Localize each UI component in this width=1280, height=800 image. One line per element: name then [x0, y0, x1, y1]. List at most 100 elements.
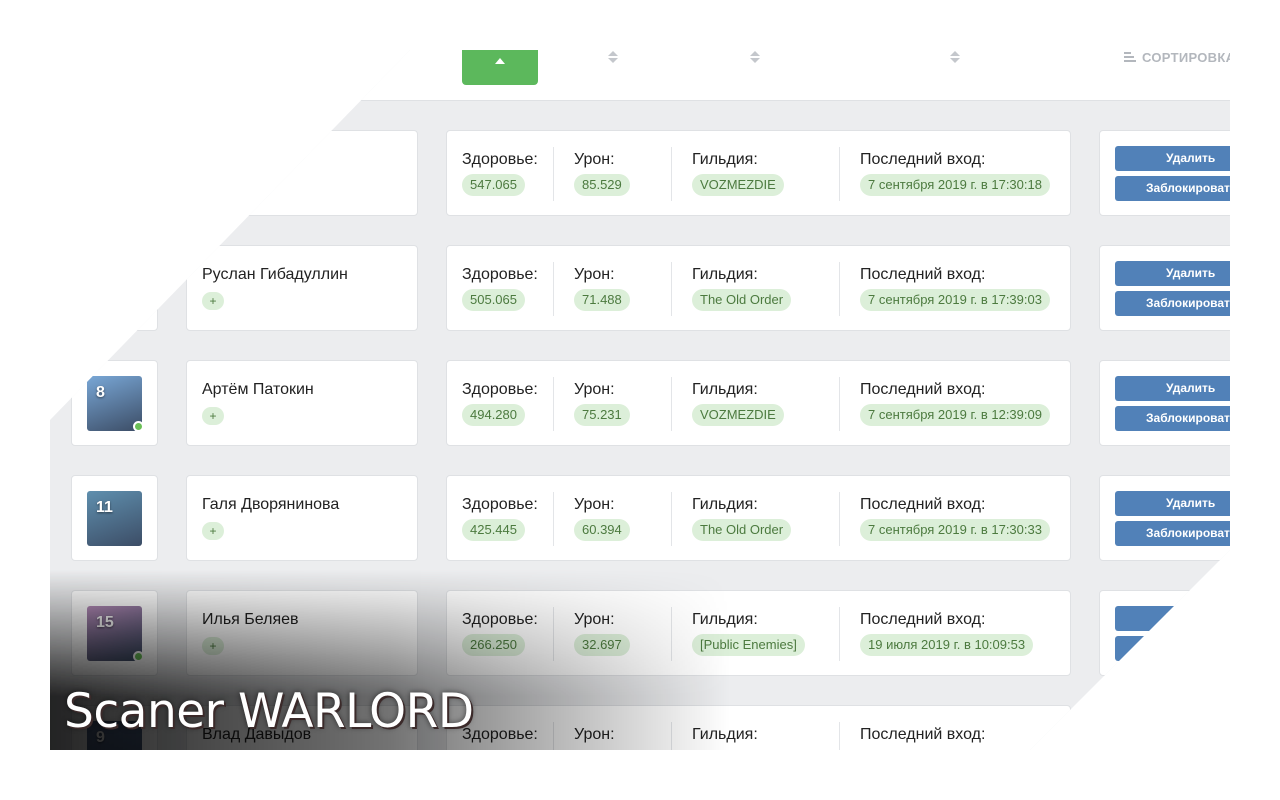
avatar-card: [71, 245, 158, 331]
last-login-label: Последний вход:: [860, 266, 986, 283]
screenshot-frame: СОРТИРОВКА нов + Здоровье: 547.065 Урон:…: [50, 50, 1230, 750]
damage-value: 60.394: [574, 519, 630, 541]
last-login-label: Последний вход:: [860, 496, 986, 513]
divider: [839, 722, 840, 750]
player-name[interactable]: Руслан Гибадуллин: [202, 266, 348, 284]
sort-guild-icon[interactable]: [950, 51, 960, 65]
sort-menu-button[interactable]: СОРТИРОВКА: [1124, 50, 1230, 65]
guild-value[interactable]: The Old Order: [692, 289, 792, 311]
delete-button[interactable]: Удалить: [1115, 146, 1230, 171]
health-label: Здоровье:: [462, 151, 538, 168]
stats-card: Здоровье: 547.065 Урон: 85.529 Гильдия: …: [446, 130, 1071, 216]
last-login-value: 7 сентября 2019 г. в 17:30:33: [860, 519, 1050, 541]
divider: [839, 262, 840, 316]
damage-value: 71.488: [574, 289, 630, 311]
guild-value[interactable]: VOZMEZDIE: [692, 404, 784, 426]
actions-card: Удалить Заблокировать: [1099, 245, 1230, 331]
last-login-label: Последний вход:: [860, 151, 986, 168]
actions-card: Удалить Заблокировать: [1099, 130, 1230, 216]
last-login-value: 7 сентября 2019 г. в 17:30:18: [860, 174, 1050, 196]
divider: [553, 262, 554, 316]
sort-health-icon[interactable]: [608, 51, 618, 65]
guild-label: Гильдия:: [692, 381, 758, 398]
guild-value[interactable]: VOZMEZDIE: [692, 174, 784, 196]
divider: [553, 492, 554, 546]
name-card: Галя Дворянинова +: [186, 475, 418, 561]
divider: [671, 492, 672, 546]
actions-card: Удалить Заблокировать: [1099, 360, 1230, 446]
health-value: 494.280: [462, 404, 525, 426]
app-title: Scaner WARLORD: [64, 684, 474, 739]
divider: [671, 147, 672, 201]
player-rank: 11: [96, 499, 113, 516]
damage-value: 75.231: [574, 404, 630, 426]
stats-card: Здоровье: 505.065 Урон: 71.488 Гильдия: …: [446, 245, 1071, 331]
player-name[interactable]: Артём Патокин: [202, 381, 314, 399]
add-friend-button[interactable]: +: [202, 407, 224, 425]
add-friend-button[interactable]: +: [202, 522, 224, 540]
actions-card: Удалить Заблокировать: [1099, 590, 1230, 676]
stats-card: Здоровье: 494.280 Урон: 75.231 Гильдия: …: [446, 360, 1071, 446]
last-login-label: Последний вход:: [860, 611, 986, 628]
divider: [839, 147, 840, 201]
divider: [671, 377, 672, 431]
delete-button[interactable]: Удалить: [1115, 606, 1230, 631]
damage-label: Урон:: [574, 381, 615, 398]
avatar[interactable]: [87, 146, 142, 201]
health-label: Здоровье:: [462, 381, 538, 398]
guild-label: Гильдия:: [692, 496, 758, 513]
block-button[interactable]: Заблокировать: [1115, 521, 1230, 546]
name-card: нов +: [186, 130, 418, 216]
divider: [839, 607, 840, 661]
delete-button[interactable]: Удалить: [1115, 721, 1230, 746]
guild-label: Гильдия:: [692, 151, 758, 168]
sort-lines-icon: [1124, 50, 1136, 64]
delete-button[interactable]: Удалить: [1115, 491, 1230, 516]
avatar[interactable]: 11: [87, 491, 142, 546]
avatar-card: 8: [71, 360, 158, 446]
divider: [839, 377, 840, 431]
divider: [553, 377, 554, 431]
block-button[interactable]: Заблокировать: [1115, 176, 1230, 201]
avatar[interactable]: [87, 261, 142, 316]
online-status-dot: [133, 421, 144, 432]
name-card: Руслан Гибадуллин +: [186, 245, 418, 331]
divider: [839, 492, 840, 546]
sort-rank-button-active[interactable]: [462, 50, 538, 85]
actions-card: Удалить Заблокировать: [1099, 475, 1230, 561]
delete-button[interactable]: Удалить: [1115, 261, 1230, 286]
divider: [671, 262, 672, 316]
avatar-card: [71, 130, 158, 216]
guild-value[interactable]: The Old Order: [692, 519, 792, 541]
health-value: 425.445: [462, 519, 525, 541]
divider: [553, 147, 554, 201]
last-login-label: Последний вход:: [860, 726, 986, 743]
player-rank: 8: [96, 384, 105, 401]
health-value: 505.065: [462, 289, 525, 311]
avatar-card: 11: [71, 475, 158, 561]
block-button[interactable]: Заблокировать: [1115, 291, 1230, 316]
health-label: Здоровье:: [462, 266, 538, 283]
stats-card: Здоровье: 425.445 Урон: 60.394 Гильдия: …: [446, 475, 1071, 561]
health-label: Здоровье:: [462, 496, 538, 513]
block-button[interactable]: Заблокировать: [1115, 636, 1230, 661]
player-name[interactable]: нов: [202, 151, 228, 169]
sort-menu-label: СОРТИРОВКА: [1142, 50, 1230, 65]
last-login-value: 7 сентября 2019 г. в 17:39:03: [860, 289, 1050, 311]
damage-value: 85.529: [574, 174, 630, 196]
health-value: 547.065: [462, 174, 525, 196]
add-friend-button[interactable]: +: [202, 292, 224, 310]
sort-toolbar: СОРТИРОВКА: [50, 50, 1230, 101]
damage-label: Урон:: [574, 266, 615, 283]
player-name[interactable]: Галя Дворянинова: [202, 496, 339, 514]
name-card: Артём Патокин +: [186, 360, 418, 446]
guild-label: Гильдия:: [692, 266, 758, 283]
add-friend-button[interactable]: +: [202, 177, 224, 195]
last-login-value: 19 июля 2019 г. в 10:09:53: [860, 634, 1034, 656]
damage-label: Урон:: [574, 151, 615, 168]
actions-card: Удалить Заблокировать: [1099, 705, 1230, 750]
delete-button[interactable]: Удалить: [1115, 376, 1230, 401]
sort-damage-icon[interactable]: [750, 51, 760, 65]
damage-label: Урон:: [574, 496, 615, 513]
block-button[interactable]: Заблокировать: [1115, 406, 1230, 431]
